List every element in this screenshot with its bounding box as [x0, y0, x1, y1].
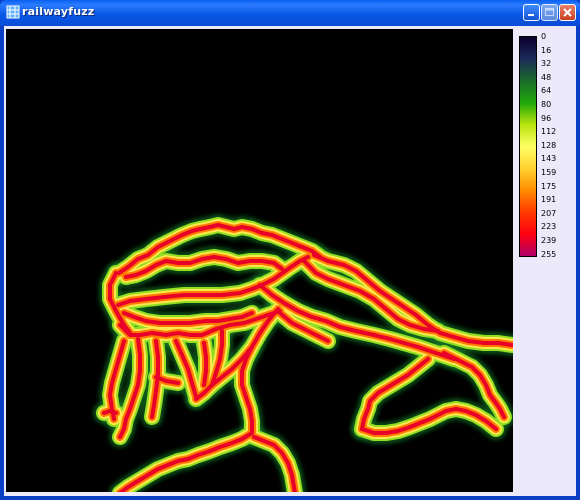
legend-tick-223: 223: [541, 222, 557, 232]
legend-tick-239: 239: [541, 236, 557, 245]
legend-tick-112: 112: [541, 127, 557, 137]
heatmap-canvas: [93, 214, 513, 492]
legend-tick-255: 255: [541, 249, 557, 259]
window-title: railwayfuzz: [22, 5, 95, 18]
legend-tick-159: 159: [541, 168, 557, 177]
legend-tick-191: 191: [541, 195, 557, 205]
close-icon: [563, 8, 572, 17]
app-icon: [6, 5, 20, 19]
legend-tick-96: 96: [541, 113, 552, 123]
minimize-icon: [528, 14, 534, 16]
color-scale-legend: [519, 36, 537, 257]
maximize-icon: [545, 8, 554, 16]
legend-tick-48: 48: [541, 72, 552, 82]
legend-tick-207: 207: [541, 208, 557, 218]
rail-track-18: [102, 409, 118, 415]
maximize-button[interactable]: [541, 4, 558, 21]
legend-tick-64: 64: [541, 86, 552, 96]
legend-tick-32: 32: [541, 59, 552, 69]
rail-track-20: [202, 341, 208, 387]
close-button[interactable]: [559, 4, 576, 21]
legend-tick-0: 0: [541, 32, 547, 41]
title-bar[interactable]: railwayfuzz: [0, 0, 580, 26]
app-window: railwayfuzz 0 16 32 48 64 80 96 112 128 …: [0, 0, 580, 500]
legend-tick-175: 175: [541, 181, 557, 191]
legend-tick-143: 143: [541, 154, 557, 164]
minimize-button[interactable]: [523, 4, 540, 21]
legend-tick-128: 128: [541, 140, 557, 150]
legend-tick-80: 80: [541, 100, 552, 109]
legend-tick-16: 16: [541, 45, 552, 55]
railway-density-heatmap[interactable]: [6, 29, 513, 492]
